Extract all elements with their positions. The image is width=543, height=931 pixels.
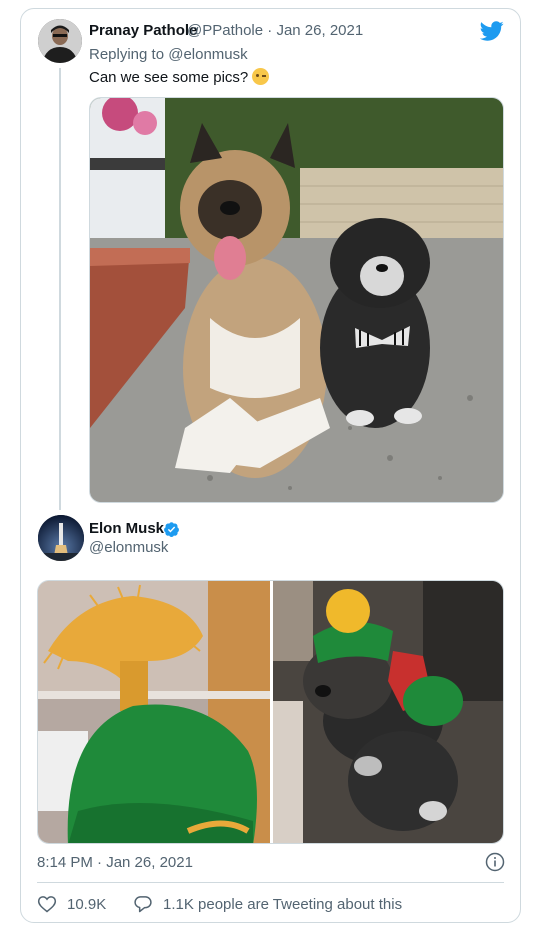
- tweet-photo-knit-hat[interactable]: [38, 581, 270, 843]
- info-icon[interactable]: [485, 852, 505, 872]
- verified-badge-icon: [164, 522, 179, 538]
- tweet-text-body: Can we see some pics?: [89, 69, 249, 86]
- replying-to: Replying to @elonmusk: [89, 46, 248, 63]
- author-name[interactable]: Pranay Pathole: [89, 22, 197, 39]
- like-button[interactable]: 10.9K: [37, 894, 106, 914]
- avatar[interactable]: [38, 19, 82, 63]
- author-meta[interactable]: @PPathole · Jan 26, 2021: [187, 22, 363, 39]
- tweet-photo-dogs[interactable]: [89, 97, 504, 503]
- replying-to-mention[interactable]: @elonmusk: [168, 46, 247, 63]
- tweet-date[interactable]: Jan 26, 2021: [276, 22, 363, 39]
- tweet-text: Can we see some pics?: [89, 68, 270, 86]
- tweet-photo-dog-in-hat[interactable]: [273, 581, 503, 843]
- thread-connector: [59, 68, 61, 510]
- heart-icon: [37, 896, 57, 913]
- tweet-media-grid: [37, 580, 504, 844]
- twitter-bird-icon[interactable]: [480, 19, 504, 43]
- author-handle[interactable]: @elonmusk: [89, 539, 168, 556]
- conversation-link[interactable]: 1.1K people are Tweeting about this: [133, 894, 402, 914]
- tweet-timestamp[interactable]: 8:14 PM · Jan 26, 2021: [37, 854, 193, 871]
- author-name[interactable]: Elon Musk: [89, 520, 164, 537]
- avatar[interactable]: [38, 515, 84, 561]
- winking-face-emoji-icon: [252, 68, 270, 85]
- replying-to-prefix: Replying to: [89, 46, 165, 63]
- like-count: 10.9K: [67, 895, 107, 913]
- speech-bubble-icon: [134, 896, 152, 913]
- author-handle[interactable]: @PPathole: [187, 22, 263, 39]
- meta-separator: ·: [267, 22, 273, 39]
- conversation-text: 1.1K people are Tweeting about this: [163, 895, 403, 913]
- divider: [37, 882, 504, 883]
